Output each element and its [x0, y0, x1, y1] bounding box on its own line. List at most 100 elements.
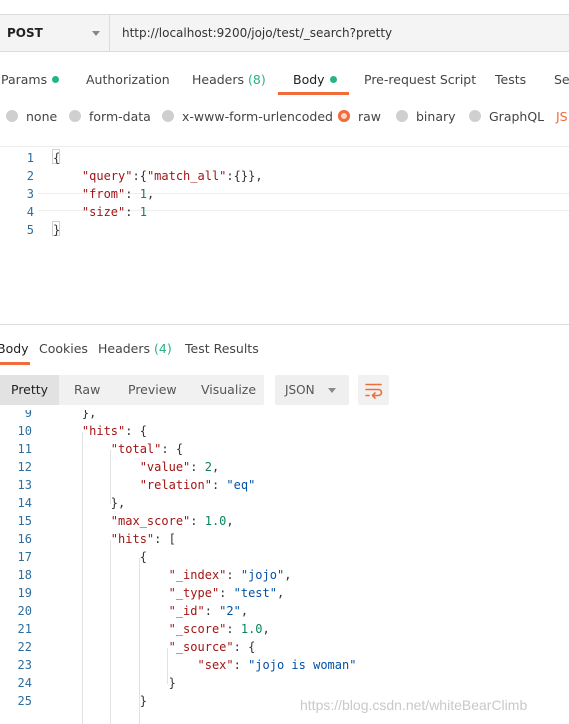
line-number: 21 — [17, 622, 32, 636]
line-number: 20 — [17, 604, 32, 618]
line-number: 2 — [26, 169, 34, 183]
response-tab-test-results-label: Test Results — [185, 341, 259, 356]
code-text: "_index": "jojo", — [168, 568, 292, 582]
tab-body-label: Body — [293, 72, 325, 87]
watermark: https://blog.csdn.net/whiteBearClimb — [300, 697, 528, 713]
code-text: "_type": "test", — [168, 586, 285, 600]
line-number: 15 — [17, 514, 32, 528]
tab-headers-label: Headers — [192, 72, 245, 87]
code-text: "sex": "jojo is woman" — [197, 658, 357, 672]
code-text: } — [53, 676, 176, 690]
view-mode-group: Pretty Raw Preview Visualize — [0, 375, 264, 405]
params-indicator-dot — [52, 76, 60, 83]
response-tab-cookies[interactable]: Cookies — [39, 336, 88, 362]
response-view-toolbar: Pretty Raw Preview Visualize JSON — [0, 375, 569, 405]
code-text: "_score": 1.0, — [168, 622, 270, 636]
radio-none[interactable] — [6, 110, 18, 122]
tab-tests-label: Tests — [495, 72, 527, 87]
response-active-tab-indicator — [0, 362, 30, 365]
tab-authorization[interactable]: Authorization — [86, 64, 170, 96]
active-tab-indicator — [278, 92, 349, 95]
code-text: "relation": "eq" — [139, 478, 256, 492]
body-type-raw[interactable]: raw — [338, 104, 381, 128]
code-text: "from": 1, — [81, 187, 155, 201]
code-text: "value": 2, — [139, 460, 220, 474]
body-type-selector: none form-data x-www-form-urlencoded raw… — [0, 104, 569, 128]
line-number: 17 — [17, 550, 32, 564]
tab-settings-label: Se — [554, 72, 569, 87]
line-number: 1 — [26, 151, 34, 165]
tab-pre-request-script[interactable]: Pre-request Script — [364, 64, 476, 96]
body-type-binary-label: binary — [416, 108, 456, 124]
body-type-graphql[interactable]: GraphQL — [469, 104, 544, 128]
response-tab-headers[interactable]: Headers (4) — [98, 336, 172, 362]
code-text: "total": { — [110, 442, 184, 456]
raw-format-dropdown[interactable]: JS — [556, 104, 568, 128]
body-type-none-label: none — [26, 108, 58, 124]
response-tab-cookies-label: Cookies — [39, 341, 88, 356]
line-number: 4 — [26, 205, 34, 219]
view-visualize-button[interactable]: Visualize — [201, 375, 256, 405]
response-format-select[interactable]: JSON — [275, 375, 349, 405]
request-body-editor[interactable]: 1 {2 "query":{"match_all":{}}, 3 "from": 1… — [0, 146, 569, 326]
view-pretty-button[interactable]: Pretty — [0, 375, 60, 405]
code-text: "hits": { — [81, 424, 147, 438]
tab-params[interactable]: Params — [1, 64, 60, 96]
line-number: 24 — [17, 676, 32, 690]
response-tab-test-results[interactable]: Test Results — [185, 336, 259, 362]
wrap-lines-button[interactable] — [358, 375, 389, 405]
radio-urlencoded[interactable] — [162, 110, 174, 122]
radio-form-data[interactable] — [69, 110, 81, 122]
raw-format-label: JS — [556, 108, 568, 124]
body-type-raw-label: raw — [358, 108, 382, 124]
code-text: "hits": [ — [110, 532, 176, 546]
body-type-none[interactable]: none — [6, 104, 57, 128]
response-body-viewer[interactable]: 9 }, 10 "hits": {11 "total": {12 "value":… — [0, 410, 569, 724]
line-number: 10 — [17, 424, 32, 438]
tab-params-label: Params — [1, 72, 48, 87]
method-label: POST — [7, 26, 43, 40]
code-text: } — [53, 223, 61, 237]
tab-authorization-label: Authorization — [86, 72, 170, 87]
code-text: { — [53, 151, 61, 165]
body-type-urlencoded[interactable]: x-www-form-urlencoded — [162, 104, 333, 128]
method-select[interactable]: POST — [0, 14, 110, 52]
line-number: 25 — [17, 694, 32, 708]
line-number: 18 — [17, 568, 32, 582]
response-tab-body[interactable]: Body — [0, 336, 29, 362]
code-text: "size": 1 — [81, 205, 147, 219]
body-indicator-dot — [329, 76, 337, 83]
code-text: "max_score": 1.0, — [110, 514, 234, 528]
radio-graphql[interactable] — [469, 110, 481, 122]
wrap-lines-icon — [365, 383, 383, 399]
line-number: 13 — [17, 478, 32, 492]
url-input[interactable]: http://localhost:9200/jojo/test/_search?… — [110, 14, 569, 52]
code-text: "_id": "2", — [168, 604, 249, 618]
body-type-urlencoded-label: x-www-form-urlencoded — [182, 108, 333, 124]
chevron-down-icon — [328, 388, 336, 393]
body-type-binary[interactable]: binary — [396, 104, 456, 128]
line-number: 9 — [24, 410, 32, 420]
response-format-label: JSON — [285, 383, 315, 397]
tab-tests[interactable]: Tests — [495, 64, 526, 96]
code-text: "query":{"match_all":{}}, — [81, 169, 263, 183]
radio-binary[interactable] — [396, 110, 408, 122]
request-url-bar: POST http://localhost:9200/jojo/test/_se… — [0, 14, 569, 52]
tab-pre-request-script-label: Pre-request Script — [364, 72, 477, 87]
panel-divider[interactable] — [0, 324, 569, 325]
line-number: 14 — [17, 496, 32, 510]
chevron-down-icon — [92, 30, 100, 36]
line-number: 3 — [26, 187, 34, 201]
tab-settings[interactable]: Se — [554, 64, 569, 96]
body-type-form-data[interactable]: form-data — [69, 104, 151, 128]
radio-raw[interactable] — [338, 110, 350, 122]
line-number: 19 — [17, 586, 32, 600]
line-number: 5 — [26, 223, 34, 237]
code-text: }, — [53, 496, 126, 510]
tab-headers[interactable]: Headers (8) — [192, 64, 266, 96]
view-preview-button[interactable]: Preview — [128, 375, 177, 405]
view-raw-button[interactable]: Raw — [74, 375, 100, 405]
tab-headers-count: (8) — [248, 72, 266, 87]
response-tab-headers-label: Headers — [98, 341, 151, 356]
code-text: "_source": { — [168, 640, 256, 654]
